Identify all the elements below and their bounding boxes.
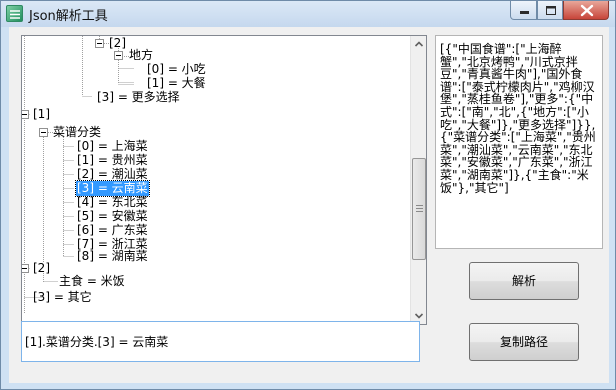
maximize-icon [546,6,556,15]
tree-node[interactable]: [2] = 潮汕菜 [76,167,149,182]
collapse-toggle-1[interactable] [22,110,29,119]
tree-node[interactable]: [8] = 湖南菜 [76,249,149,264]
tree-node[interactable]: [1] = 贵州菜 [76,153,149,168]
app-icon [6,5,23,22]
node-path-field[interactable]: [1].菜谱分类.[3] = 云南菜 [21,321,420,362]
json-input-textarea[interactable]: [{"中国食谱":["上海醉蟹","北京烤鸭","川式京拌豆","青真酱牛肉"]… [435,35,603,249]
app-window: Json解析工具 [2] 地方 [0] = 小吃 [1] = 大餐 [3] = … [0,0,616,390]
tree-node[interactable]: [3] = 更多选择 [96,90,181,105]
tree-node[interactable]: [1] [32,107,51,122]
collapse-toggle-2a[interactable] [95,39,104,48]
tree-node[interactable]: [2] [32,261,51,276]
thumb-grip-line [416,208,423,209]
tree-node[interactable]: 地方 [128,48,154,63]
tree-node[interactable]: [0] = 小吃 [146,62,207,77]
tree-node[interactable]: [0] = 上海菜 [76,139,149,154]
tree-node[interactable]: 主食 = 米饭 [58,274,126,289]
minimize-icon [520,11,529,14]
collapse-toggle-category[interactable] [39,128,48,137]
json-tree-view[interactable]: [2] 地方 [0] = 小吃 [1] = 大餐 [3] = 更多选择 [1] … [21,35,427,325]
scroll-up-button[interactable] [411,36,426,53]
tree-node[interactable]: [2] [108,36,127,51]
scroll-thumb[interactable] [412,158,426,260]
maximize-button[interactable] [537,1,563,20]
tree-node[interactable]: [6] = 广东菜 [76,223,149,238]
window-title: Json解析工具 [29,9,108,24]
tree-node[interactable]: [1] = 大餐 [146,76,207,91]
tree-vertical-scrollbar[interactable] [410,36,426,324]
collapse-toggle-place[interactable] [114,51,123,60]
title-bar[interactable]: Json解析工具 [1,1,615,27]
close-icon [580,4,594,17]
tree-node[interactable]: [3] = 其它 [32,290,93,305]
close-button[interactable] [563,1,609,20]
thumb-grip-line [416,205,423,206]
collapse-toggle-2b[interactable] [22,264,29,273]
client-area: [2] 地方 [0] = 小吃 [1] = 大餐 [3] = 更多选择 [1] … [9,27,609,383]
parse-button[interactable]: 解析 [469,262,579,300]
tree-node[interactable]: [5] = 安徽菜 [76,209,149,224]
chevron-up-icon [414,41,424,47]
tree-node-selected[interactable]: [3] = 云南菜 [75,180,150,197]
tree-node[interactable]: [4] = 东北菜 [76,195,149,210]
copy-path-button[interactable]: 复制路径 [469,323,579,361]
tree-node[interactable]: 菜谱分类 [52,125,102,140]
thumb-grip-line [416,211,423,212]
minimize-button[interactable] [510,1,537,20]
